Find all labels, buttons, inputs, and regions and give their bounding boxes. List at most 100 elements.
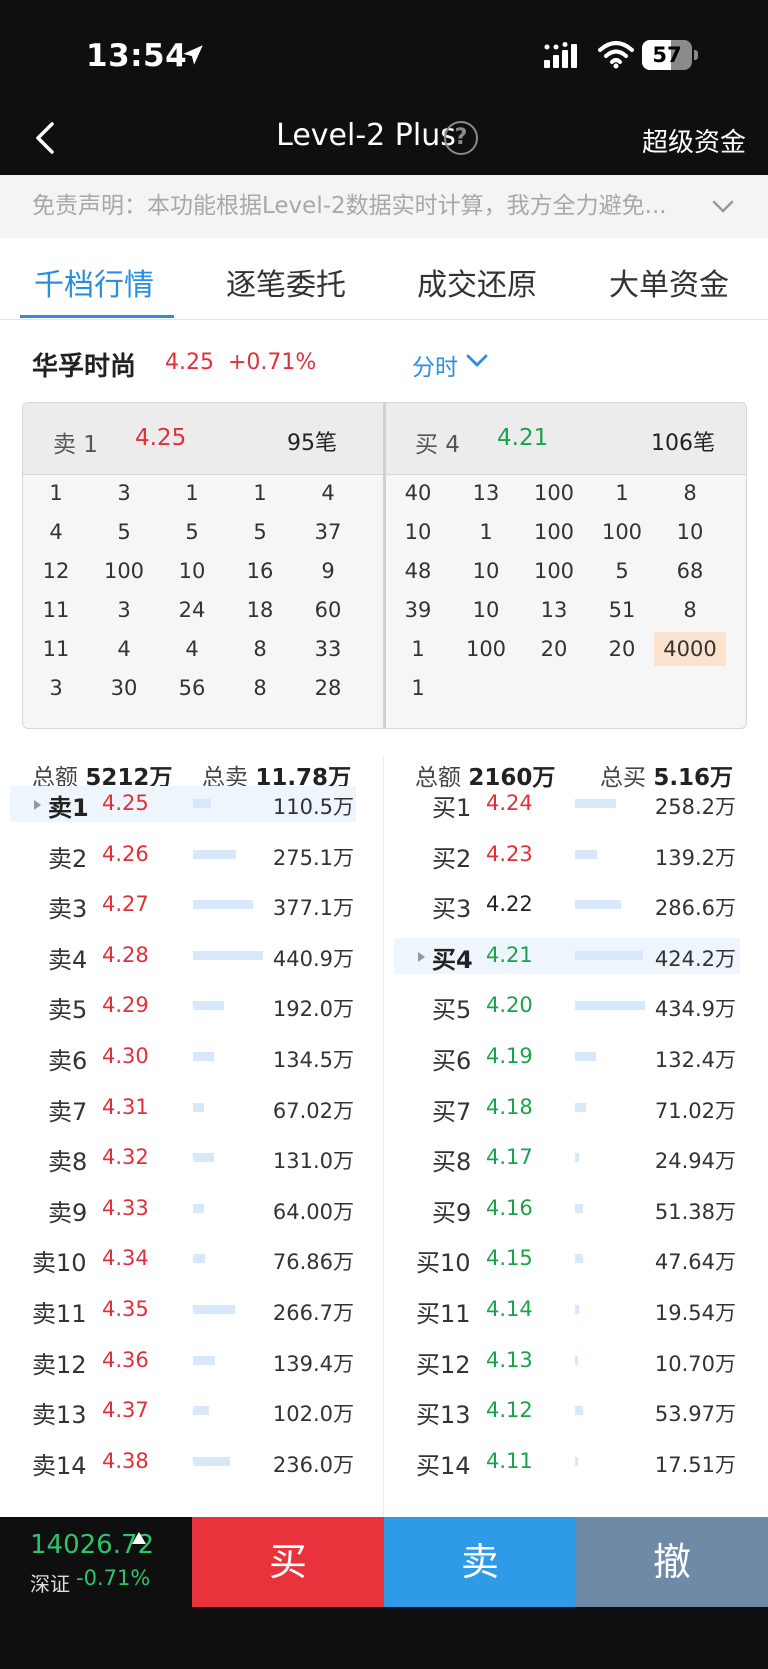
sell-volume-bar bbox=[193, 1457, 230, 1466]
sell-queue-count: 95笔 bbox=[287, 431, 337, 456]
help-icon[interactable]: ? bbox=[444, 121, 478, 155]
buy-queue-cell: 100 bbox=[465, 637, 507, 661]
sell-level-price: 4.31 bbox=[102, 1095, 149, 1119]
buy-volume-bar bbox=[575, 1103, 586, 1112]
sell-depth-row[interactable]: 卖1 4.25 110.5万 bbox=[10, 786, 356, 822]
cancel-button[interactable]: 撤 bbox=[576, 1517, 768, 1607]
sell-volume-bar bbox=[193, 1153, 214, 1162]
buy-level-volume: 434.9万 bbox=[654, 997, 736, 1021]
buy-queue-cell: 20 bbox=[608, 637, 636, 661]
chevron-down-icon[interactable] bbox=[712, 200, 734, 214]
sell-depth-row[interactable]: 卖8 4.32 131.0万 bbox=[10, 1140, 356, 1176]
sell-level-price: 4.27 bbox=[102, 892, 149, 916]
sell-queue-cell: 4 bbox=[185, 637, 199, 661]
buy-queue-cell: 10 bbox=[676, 520, 704, 544]
tab-trade-restore[interactable]: 成交还原 bbox=[417, 260, 537, 304]
status-time: 13:54 bbox=[86, 38, 188, 74]
sell-depth-row[interactable]: 卖9 4.33 64.00万 bbox=[10, 1191, 356, 1227]
sell-queue-cell: 5 bbox=[185, 520, 199, 544]
sell-depth-row[interactable]: 卖14 4.38 236.0万 bbox=[10, 1444, 356, 1480]
sell-depth-row[interactable]: 卖7 4.31 67.02万 bbox=[10, 1090, 356, 1126]
buy-level-label: 买4 bbox=[432, 946, 473, 974]
sell-level-volume: 275.1万 bbox=[272, 846, 354, 870]
sell-level-volume: 102.0万 bbox=[272, 1402, 354, 1426]
buy-volume-bar bbox=[575, 799, 616, 808]
sell-volume-bar bbox=[193, 1305, 235, 1314]
buy-level-volume: 19.54万 bbox=[654, 1301, 736, 1325]
sell-queue-cell: 3 bbox=[117, 598, 131, 622]
sell-depth-row[interactable]: 卖10 4.34 76.86万 bbox=[10, 1241, 356, 1277]
buy-level-label: 买5 bbox=[432, 996, 472, 1024]
buy-depth-row[interactable]: 买14 4.11 17.51万 bbox=[394, 1444, 740, 1480]
sell-queue-cell: 60 bbox=[314, 598, 342, 622]
buy-depth-row[interactable]: 买13 4.12 53.97万 bbox=[394, 1393, 740, 1429]
chevron-down-icon[interactable] bbox=[466, 354, 488, 368]
buy-queue-cell: 8 bbox=[683, 481, 697, 505]
period-selector[interactable]: 分时 bbox=[412, 348, 458, 382]
status-and-header: 13:54 57 Level-2 Plus ? 超级资金 bbox=[0, 0, 768, 175]
sell-button[interactable]: 卖 bbox=[384, 1517, 576, 1607]
sell-queue-cell: 18 bbox=[246, 598, 274, 622]
sell-depth-row[interactable]: 卖13 4.37 102.0万 bbox=[10, 1393, 356, 1429]
tab-big-order-fund[interactable]: 大单资金 bbox=[609, 260, 729, 304]
buy-level-label: 买11 bbox=[416, 1300, 471, 1328]
buy-level-volume: 424.2万 bbox=[654, 947, 736, 971]
tab-order-book[interactable]: 千档行情 bbox=[34, 260, 154, 304]
sell-level-label: 卖14 bbox=[32, 1452, 87, 1480]
buy-depth-row[interactable]: 买2 4.23 139.2万 bbox=[394, 837, 740, 873]
buy-level-volume: 71.02万 bbox=[654, 1099, 736, 1123]
sell-level-volume: 134.5万 bbox=[272, 1048, 354, 1072]
buy-level-label: 买8 bbox=[432, 1148, 472, 1176]
sell-level-label: 卖2 bbox=[48, 845, 88, 873]
sell-depth-row[interactable]: 卖12 4.36 139.4万 bbox=[10, 1343, 356, 1379]
buy-depth-row[interactable]: 买10 4.15 47.64万 bbox=[394, 1241, 740, 1277]
sell-queue-cell: 1 bbox=[253, 481, 267, 505]
sell-depth-row[interactable]: 卖4 4.28 440.9万 bbox=[10, 938, 356, 974]
buy-level-label: 买1 bbox=[432, 794, 472, 822]
sell-depth-row[interactable]: 卖5 4.29 192.0万 bbox=[10, 988, 356, 1024]
buy-depth-row[interactable]: 买6 4.19 132.4万 bbox=[394, 1039, 740, 1075]
buy-depth-row[interactable]: 买12 4.13 10.70万 bbox=[394, 1343, 740, 1379]
sell-queue-cell: 4 bbox=[321, 481, 335, 505]
buy-volume-bar bbox=[575, 1204, 583, 1213]
buy-button[interactable]: 买 bbox=[192, 1517, 384, 1607]
buy-level-label: 买6 bbox=[432, 1047, 472, 1075]
disclaimer-notice[interactable]: 免责声明：本功能根据Level-2数据实时计算，我方全力避免... bbox=[0, 175, 768, 238]
buy-depth-row[interactable]: 买4 4.21 424.2万 bbox=[394, 938, 740, 974]
buy-volume-bar bbox=[575, 1457, 578, 1466]
buy-level-label: 买12 bbox=[416, 1351, 471, 1379]
buy-depth-row[interactable]: 买3 4.22 286.6万 bbox=[394, 887, 740, 923]
sell-level-price: 4.28 bbox=[102, 943, 149, 967]
sell-depth-row[interactable]: 卖2 4.26 275.1万 bbox=[10, 837, 356, 873]
sell-depth-row[interactable]: 卖11 4.35 266.7万 bbox=[10, 1292, 356, 1328]
sell-level-volume: 440.9万 bbox=[272, 947, 354, 971]
buy-depth-row[interactable]: 买9 4.16 51.38万 bbox=[394, 1191, 740, 1227]
buy-depth-row[interactable]: 买8 4.17 24.94万 bbox=[394, 1140, 740, 1176]
sell-depth-row[interactable]: 卖3 4.27 377.1万 bbox=[10, 887, 356, 923]
buy-depth-row[interactable]: 买1 4.24 258.2万 bbox=[394, 786, 740, 822]
buy-level-price: 4.19 bbox=[486, 1044, 533, 1068]
buy-volume-bar bbox=[575, 900, 621, 909]
sell-level-price: 4.32 bbox=[102, 1145, 149, 1169]
tab-order-by-order[interactable]: 逐笔委托 bbox=[226, 260, 346, 304]
buy-level-price: 4.15 bbox=[486, 1246, 533, 1270]
sell-depth-row[interactable]: 卖6 4.30 134.5万 bbox=[10, 1039, 356, 1075]
battery-level: 57 bbox=[652, 43, 682, 67]
sell-queue-cell: 3 bbox=[117, 481, 131, 505]
sell-level-volume: 110.5万 bbox=[272, 795, 354, 819]
tab-underline bbox=[20, 315, 174, 318]
buy-depth-row[interactable]: 买7 4.18 71.02万 bbox=[394, 1090, 740, 1126]
buy-level-price: 4.21 bbox=[486, 943, 533, 967]
sell-level-price: 4.36 bbox=[102, 1348, 149, 1372]
buy-volume-bar bbox=[575, 1406, 583, 1415]
super-fund-button[interactable]: 超级资金 bbox=[642, 122, 746, 159]
sell-volume-bar bbox=[193, 1204, 204, 1213]
buy-level-volume: 47.64万 bbox=[654, 1250, 736, 1274]
buy-queue-cell: 1 bbox=[479, 520, 493, 544]
buy-depth-row[interactable]: 买11 4.14 19.54万 bbox=[394, 1292, 740, 1328]
sell-volume-bar bbox=[193, 1356, 215, 1365]
buy-depth-row[interactable]: 买5 4.20 434.9万 bbox=[394, 988, 740, 1024]
buy-volume-bar bbox=[575, 1153, 579, 1162]
sell-queue-cell: 12 bbox=[42, 559, 70, 583]
buy-level-volume: 24.94万 bbox=[654, 1149, 736, 1173]
